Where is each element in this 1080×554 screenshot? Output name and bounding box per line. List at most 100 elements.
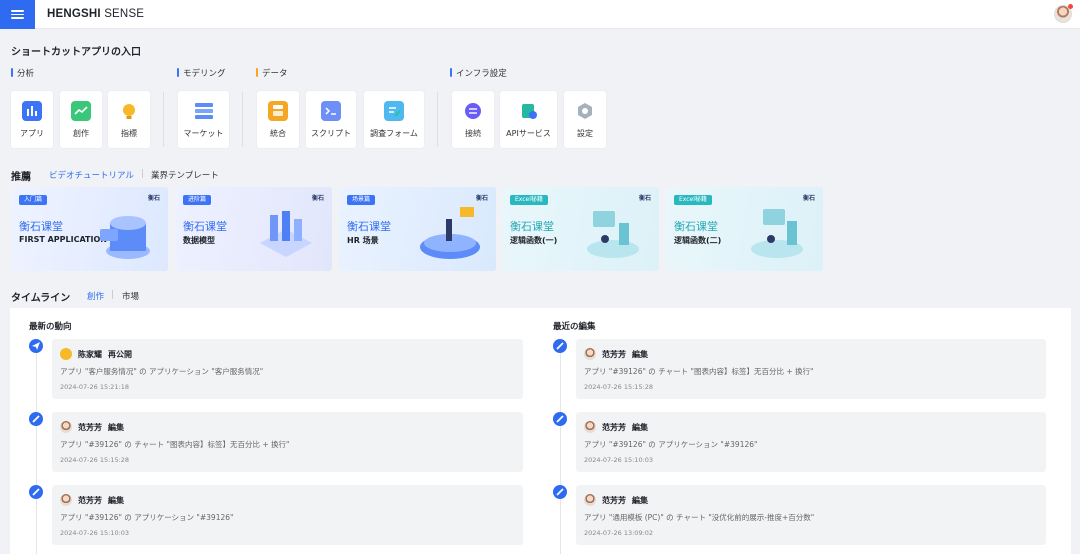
user-name: 陈家耀: [78, 349, 102, 359]
recent-edits-title: 最近の編集: [553, 322, 596, 332]
banner-illustration: [260, 211, 312, 257]
banner-tag: Excel秘籍: [510, 195, 548, 205]
banner-illustration: [587, 211, 639, 258]
avatar: [584, 494, 596, 506]
notification-dot: [1068, 4, 1073, 9]
banner-title: 衡石课堂: [19, 220, 63, 233]
edit-card[interactable]: 范芳芳 編集 アプリ "通用模板 (PC)" の チャート "没优化前的展示-推度…: [576, 485, 1046, 545]
action-label: 編集: [108, 422, 124, 432]
user-avatar[interactable]: [1054, 4, 1073, 23]
banner-logo: 衡石: [147, 195, 160, 202]
shortcut-label: 調査フォーム: [370, 129, 418, 138]
hamburger-icon: [11, 10, 24, 19]
group-label-analysis: 分析: [11, 67, 34, 79]
activity-description: アプリ "#39126" の アプリケーション "#39126": [60, 513, 234, 522]
shortcut-settings[interactable]: 設定: [564, 91, 606, 148]
shortcut-app[interactable]: アプリ: [11, 91, 53, 148]
avatar: [60, 421, 72, 433]
video-banner-5[interactable]: Excel秘籍 衡石 衡石课堂 逻辑函数(二): [666, 187, 823, 271]
banner-tag: 进阶篇: [183, 195, 212, 205]
edit-time: 2024-07-26 15:15:28: [584, 383, 654, 391]
activity-card[interactable]: 范芳芳 編集 アプリ "#39126" の チャート "图表内容】标签】无百分比 …: [52, 412, 523, 472]
shortcut-api-service[interactable]: APIサービス: [500, 91, 557, 148]
activity-time: 2024-07-26 15:10:03: [60, 529, 130, 537]
banner-title: 衡石课堂: [183, 220, 227, 233]
activity-card[interactable]: 陈家耀 再公開 アプリ "客户服务情况" の アプリケーション "客户服务情况" …: [52, 339, 523, 399]
tab-separator: [142, 169, 143, 178]
video-banner-1[interactable]: 入门篇 衡石 衡石课堂 FIRST APPLICATION: [11, 187, 168, 271]
banner-logo: 衡石: [802, 195, 815, 202]
edit-description: アプリ "通用模板 (PC)" の チャート "没优化前的展示-推度+百分数": [584, 513, 815, 522]
server-stack-icon: [193, 101, 214, 121]
banner-tag: 场景篇: [347, 195, 376, 205]
edit-pencil-icon: [553, 339, 567, 353]
edit-description: アプリ "#39126" の チャート "图表内容】标签】无百分比 + 换行": [584, 367, 814, 376]
video-banner-4[interactable]: Excel秘籍 衡石 衡石课堂 逻辑函数(一): [502, 187, 659, 271]
app-icon: [22, 101, 42, 121]
divider: [242, 92, 243, 147]
banner-subtitle: 逻辑函数(二): [674, 236, 722, 245]
recommend-title: 推薦: [11, 172, 31, 183]
user-name: 范芳芳: [78, 495, 102, 505]
shortcut-label: スクリプト: [311, 129, 351, 138]
edit-description: アプリ "#39126" の アプリケーション "#39126": [584, 440, 758, 449]
tab-industry-template[interactable]: 業界テンプレート: [151, 169, 219, 181]
activity-time: 2024-07-26 15:15:28: [60, 456, 130, 464]
shortcut-label: アプリ: [20, 129, 44, 138]
group-label-infra: インフラ設定: [450, 67, 507, 79]
user-name: 范芳芳: [602, 495, 626, 505]
shortcut-label: 接続: [465, 129, 481, 138]
video-banner-2[interactable]: 进阶篇 衡石 衡石课堂 数据模型: [175, 187, 332, 271]
activity-description: アプリ "客户服务情况" の アプリケーション "客户服务情况": [60, 367, 264, 376]
shortcut-market[interactable]: マーケット: [178, 91, 229, 148]
edit-pencil-icon: [553, 485, 567, 499]
banner-subtitle: 逻辑函数(一): [510, 236, 558, 245]
action-label: 編集: [632, 349, 648, 359]
shortcut-label: マーケット: [183, 129, 224, 138]
avatar: [584, 348, 596, 360]
edit-time: 2024-07-26 15:10:03: [584, 456, 654, 464]
divider: [163, 92, 164, 147]
banner-illustration: [751, 209, 803, 258]
edit-card[interactable]: 范芳芳 編集 アプリ "#39126" の アプリケーション "#39126" 2…: [576, 412, 1046, 472]
shortcut-create[interactable]: 創作: [60, 91, 102, 148]
edit-card[interactable]: 范芳芳 編集 アプリ "#39126" の チャート "图表内容】标签】无百分比 …: [576, 339, 1046, 399]
banner-title: 衡石课堂: [347, 220, 391, 233]
shortcut-connection[interactable]: 接続: [452, 91, 494, 148]
banner-subtitle: HR 场景: [347, 236, 379, 245]
action-label: 編集: [632, 495, 648, 505]
tab-video-tutorial[interactable]: ビデオチュートリアル: [49, 169, 134, 181]
publish-icon: [29, 339, 43, 353]
brand-logo[interactable]: HENGSHI SENSE: [47, 8, 144, 20]
shortcut-integration[interactable]: 統合: [257, 91, 299, 148]
shortcut-script[interactable]: スクリプト: [306, 91, 356, 148]
shortcut-survey-form[interactable]: 調査フォーム: [364, 91, 424, 148]
chart-create-icon: [71, 101, 91, 121]
banner-tag: Excel秘籍: [674, 195, 712, 205]
shortcuts-title: ショートカットアプリの入口: [11, 47, 141, 58]
menu-button[interactable]: [0, 0, 35, 29]
shortcut-label: APIサービス: [506, 129, 551, 138]
banner-title: 衡石课堂: [510, 220, 554, 233]
edit-pencil-icon: [29, 485, 43, 499]
banner-logo: 衡石: [311, 195, 324, 202]
latest-activity-title: 最新の動向: [29, 322, 72, 332]
video-banner-3[interactable]: 场景篇 衡石 衡石课堂 HR 场景: [339, 187, 496, 271]
avatar: [60, 348, 72, 360]
gear-icon: [575, 101, 595, 121]
banner-logo: 衡石: [475, 195, 488, 202]
activity-card[interactable]: 范芳芳 編集 アプリ "#39126" の アプリケーション "#39126" 2…: [52, 485, 523, 545]
shortcut-metric[interactable]: 指標: [108, 91, 150, 148]
connection-icon: [463, 101, 483, 121]
avatar: [584, 421, 596, 433]
banner-subtitle: 数据模型: [183, 236, 215, 245]
banner-illustration: [420, 207, 480, 259]
group-label-data: データ: [256, 67, 288, 79]
tab-market[interactable]: 市場: [122, 290, 139, 302]
top-bar: HENGSHI SENSE: [0, 0, 1080, 29]
shortcut-label: 指標: [121, 129, 137, 138]
shortcut-label: 統合: [270, 129, 286, 138]
edit-time: 2024-07-26 13:09:02: [584, 529, 654, 537]
tab-create[interactable]: 創作: [87, 290, 104, 302]
user-name: 范芳芳: [602, 422, 626, 432]
